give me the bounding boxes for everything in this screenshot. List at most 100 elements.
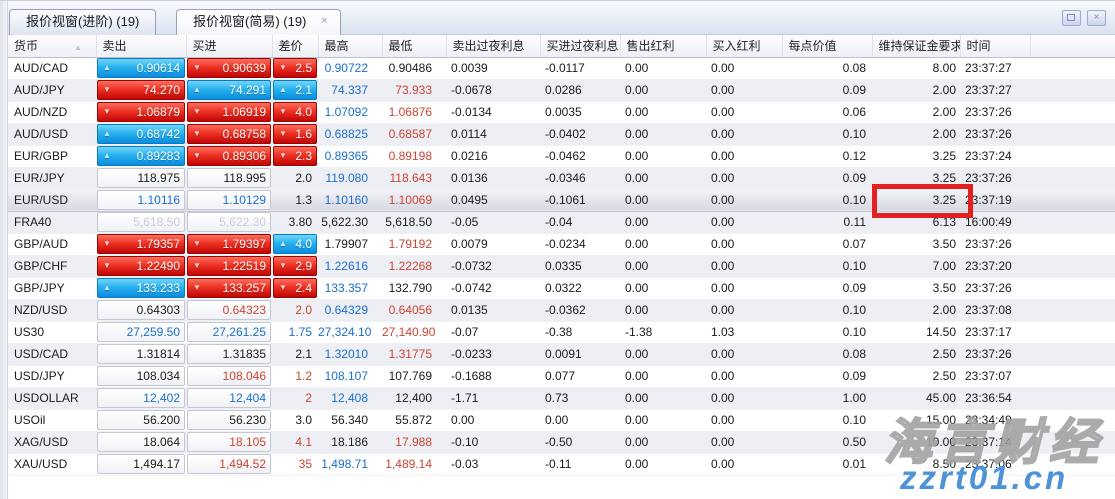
sell-button[interactable]: ▼ 1.22490	[97, 256, 185, 276]
sell-button[interactable]: 18.064	[97, 432, 185, 452]
buy-button[interactable]: 18.105	[187, 432, 271, 452]
buy-button[interactable]: 56.230	[187, 410, 271, 430]
spread-button[interactable]: ▲ 2.1	[273, 80, 317, 100]
sell-button[interactable]: ▼ 1.06879	[97, 102, 185, 122]
column-header-sym[interactable]: 货币 ▲	[8, 35, 97, 58]
buy-button[interactable]: 1.10129	[187, 190, 271, 210]
quote-row[interactable]: EUR/USD 1.10116 1.10129 1.3 1.10160 1.10069 0.…	[8, 188, 1115, 212]
column-header-fill[interactable]	[1030, 35, 1115, 58]
spread-value: 4.1	[295, 435, 312, 449]
quote-row[interactable]: EUR/JPY 118.975 118.995 2.0 119.080 118.643 0.…	[8, 167, 1115, 190]
sell-button[interactable]: 12,402	[97, 388, 185, 408]
column-header-time[interactable]: 时间	[960, 35, 1031, 58]
tab-quotes-advanced[interactable]: 报价视窗(进阶) (19)	[9, 9, 157, 35]
tab-quotes-simple[interactable]: 报价视窗(简易) (19) ×	[176, 9, 342, 35]
buy-button[interactable]: ▲ 74.291	[187, 80, 271, 100]
buy-button[interactable]: ▼ 1.22519	[187, 256, 271, 276]
buy-dividend: 0.00	[711, 303, 735, 317]
buy-button[interactable]: ▼ 0.90639	[187, 58, 271, 78]
spread-button[interactable]: ▼ 4.0	[273, 102, 317, 122]
quote-row[interactable]: USOil 56.200 56.230 3.0 56.340 55.872 0.00 0.00…	[8, 409, 1115, 432]
buy-button[interactable]: 0.64323	[187, 300, 271, 320]
quote-row[interactable]: GBP/AUD ▼ 1.79357 ▼ 1.79397 ▲ 4.0 1.79907 1.7919…	[8, 233, 1115, 256]
buy-button[interactable]: ▼ 1.79397	[187, 234, 271, 254]
maximize-button[interactable]	[1061, 10, 1081, 26]
close-tab-icon[interactable]: ×	[317, 15, 331, 29]
column-header-sell[interactable]: 卖出	[96, 35, 187, 58]
high-value: 56.340	[331, 413, 368, 427]
column-header-bd[interactable]: 买入红利	[706, 35, 783, 58]
buy-overnight-interest: -0.04	[545, 215, 573, 229]
sell-button[interactable]: 108.034	[97, 366, 185, 386]
quote-row[interactable]: GBP/JPY ▲ 133.233 ▼ 133.257 ▼ 2.4 133.357 132.79…	[8, 277, 1115, 300]
buy-button[interactable]: 118.995	[187, 168, 271, 188]
buy-value: 18.105	[229, 435, 266, 449]
window-left-border	[0, 1, 8, 499]
maintenance-margin: 2.00	[932, 127, 956, 141]
column-header-pip[interactable]: 每点价值	[782, 35, 873, 58]
sell-button[interactable]: ▼ 1.79357	[97, 234, 185, 254]
buy-button[interactable]: 5,622.30	[187, 212, 271, 232]
spread-button[interactable]: ▼ 1.6	[273, 124, 317, 144]
quote-row[interactable]: US30 27,259.50 27,261.25 1.75 27,324.10 27,14…	[8, 321, 1115, 344]
low-value: 1.06876	[388, 105, 432, 119]
spread-button[interactable]: ▼ 2.5	[273, 58, 317, 78]
buy-button[interactable]: ▼ 133.257	[187, 278, 271, 298]
sell-button[interactable]: 1.10116	[97, 190, 185, 210]
quote-row[interactable]: GBP/CHF ▼ 1.22490 ▼ 1.22519 ▼ 2.9 1.22616 1.2226…	[8, 255, 1115, 278]
buy-button[interactable]: 1,494.52	[187, 454, 271, 474]
spread-button[interactable]: ▼ 2.4	[273, 278, 317, 298]
sell-button[interactable]: ▲ 133.233	[97, 278, 185, 298]
column-header-bs[interactable]: 买进过夜利息	[540, 35, 621, 58]
buy-button[interactable]: 12,404	[187, 388, 271, 408]
close-button[interactable]: ×	[1087, 10, 1106, 26]
sell-button[interactable]: ▼ 74.270	[97, 80, 185, 100]
column-header-buy[interactable]: 买进	[186, 35, 273, 58]
quote-row[interactable]: AUD/NZD ▼ 1.06879 ▼ 1.06919 ▼ 4.0 1.07092 1.0687…	[8, 101, 1115, 124]
sell-button[interactable]: ▲ 0.68742	[97, 124, 185, 144]
quote-row[interactable]: AUD/JPY ▼ 74.270 ▲ 74.291 ▲ 2.1 74.337 73.933 -0.…	[8, 79, 1115, 102]
buy-button[interactable]: 108.046	[187, 366, 271, 386]
quote-row[interactable]: XAU/USD 1,494.17 1,494.52 35 1,498.71 1,489.1…	[8, 453, 1115, 476]
sell-button[interactable]: 1,494.17	[97, 454, 185, 474]
column-header-sd[interactable]: 售出红利	[620, 35, 707, 58]
buy-value: 1.79397	[222, 237, 266, 251]
column-header-margin[interactable]: 维持保证金要求	[872, 35, 961, 58]
spread-button[interactable]: ▼ 2.3	[273, 146, 317, 166]
sell-overnight-interest: -0.0742	[451, 281, 492, 295]
buy-button[interactable]: ▼ 0.89306	[187, 146, 271, 166]
sell-button[interactable]: 27,259.50	[97, 322, 185, 342]
sell-button[interactable]: 118.975	[97, 168, 185, 188]
quote-row[interactable]: NZD/USD 0.64303 0.64323 2.0 0.64329 0.64056 0.…	[8, 299, 1115, 322]
column-header-ss[interactable]: 卖出过夜利息	[446, 35, 541, 58]
spread-button[interactable]: ▲ 4.0	[273, 234, 317, 254]
buy-button[interactable]: 1.31835	[187, 344, 271, 364]
symbol-label: USDOLLAR	[14, 391, 79, 405]
spread-button[interactable]: ▼ 2.9	[273, 256, 317, 276]
buy-button[interactable]: ▼ 0.68758	[187, 124, 271, 144]
quote-row[interactable]: USD/CAD 1.31814 1.31835 2.1 1.32010 1.31775 -0…	[8, 343, 1115, 366]
buy-button[interactable]: ▼ 1.06919	[187, 102, 271, 122]
sell-button[interactable]: 0.64303	[97, 300, 185, 320]
quote-row[interactable]: AUD/CAD ▲ 0.90614 ▼ 0.90639 ▼ 2.5 0.90722 0.9048…	[8, 57, 1115, 80]
maintenance-margin: 2.00	[932, 83, 956, 97]
column-header-spread[interactable]: 差价	[272, 35, 319, 58]
arrow-down-icon: ▼	[279, 63, 287, 72]
sell-button[interactable]: 56.200	[97, 410, 185, 430]
quote-row[interactable]: USD/JPY 108.034 108.046 1.2 108.107 107.769 -0…	[8, 365, 1115, 388]
quote-row[interactable]: USDOLLAR 12,402 12,404 2 12,408 12,400 -1.71 0.…	[8, 387, 1115, 410]
column-header-high[interactable]: 最高	[318, 35, 383, 58]
sell-button[interactable]: ▲ 0.89283	[97, 146, 185, 166]
sell-value: 56.200	[143, 413, 180, 427]
buy-button[interactable]: 27,261.25	[187, 322, 271, 342]
quote-row[interactable]: XAG/USD 18.064 18.105 4.1 18.186 17.988 -0.10 -…	[8, 431, 1115, 454]
quote-time: 23:37:08	[965, 303, 1012, 317]
column-header-low[interactable]: 最低	[382, 35, 447, 58]
sell-button[interactable]: 5,618.50	[97, 212, 185, 232]
arrow-down-icon: ▼	[193, 283, 201, 292]
quote-row[interactable]: AUD/USD ▲ 0.68742 ▼ 0.68758 ▼ 1.6 0.68825 0.6858…	[8, 123, 1115, 146]
sell-button[interactable]: 1.31814	[97, 344, 185, 364]
quote-row[interactable]: FRA40 5,618.50 5,622.30 3.80 5,622.30 5,618.5…	[8, 211, 1115, 234]
sell-button[interactable]: ▲ 0.90614	[97, 58, 185, 78]
quote-row[interactable]: EUR/GBP ▲ 0.89283 ▼ 0.89306 ▼ 2.3 0.89365 0.8919…	[8, 145, 1115, 168]
